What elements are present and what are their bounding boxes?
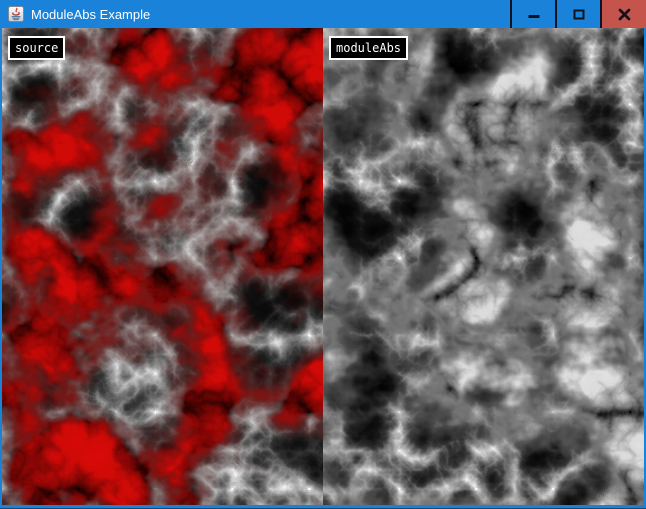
window-title: ModuleAbs Example bbox=[31, 7, 150, 22]
source-noise-image bbox=[2, 28, 323, 505]
minimize-button[interactable] bbox=[510, 0, 555, 28]
moduleabs-panel: moduleAbs bbox=[323, 28, 644, 505]
moduleabs-label: moduleAbs bbox=[329, 36, 408, 60]
minimize-icon bbox=[528, 0, 540, 28]
app-window: ModuleAbs Example bbox=[0, 0, 646, 509]
moduleabs-noise-image bbox=[323, 28, 644, 505]
source-panel: source bbox=[2, 28, 323, 505]
render-area: source bbox=[2, 28, 644, 505]
close-button[interactable] bbox=[600, 0, 646, 28]
title-bar[interactable]: ModuleAbs Example bbox=[0, 0, 646, 28]
java-coffee-cup-icon[interactable] bbox=[8, 6, 24, 22]
window-controls bbox=[510, 0, 646, 28]
close-icon bbox=[618, 8, 631, 21]
maximize-icon bbox=[573, 9, 585, 20]
source-label: source bbox=[8, 36, 65, 60]
maximize-button[interactable] bbox=[555, 0, 600, 28]
